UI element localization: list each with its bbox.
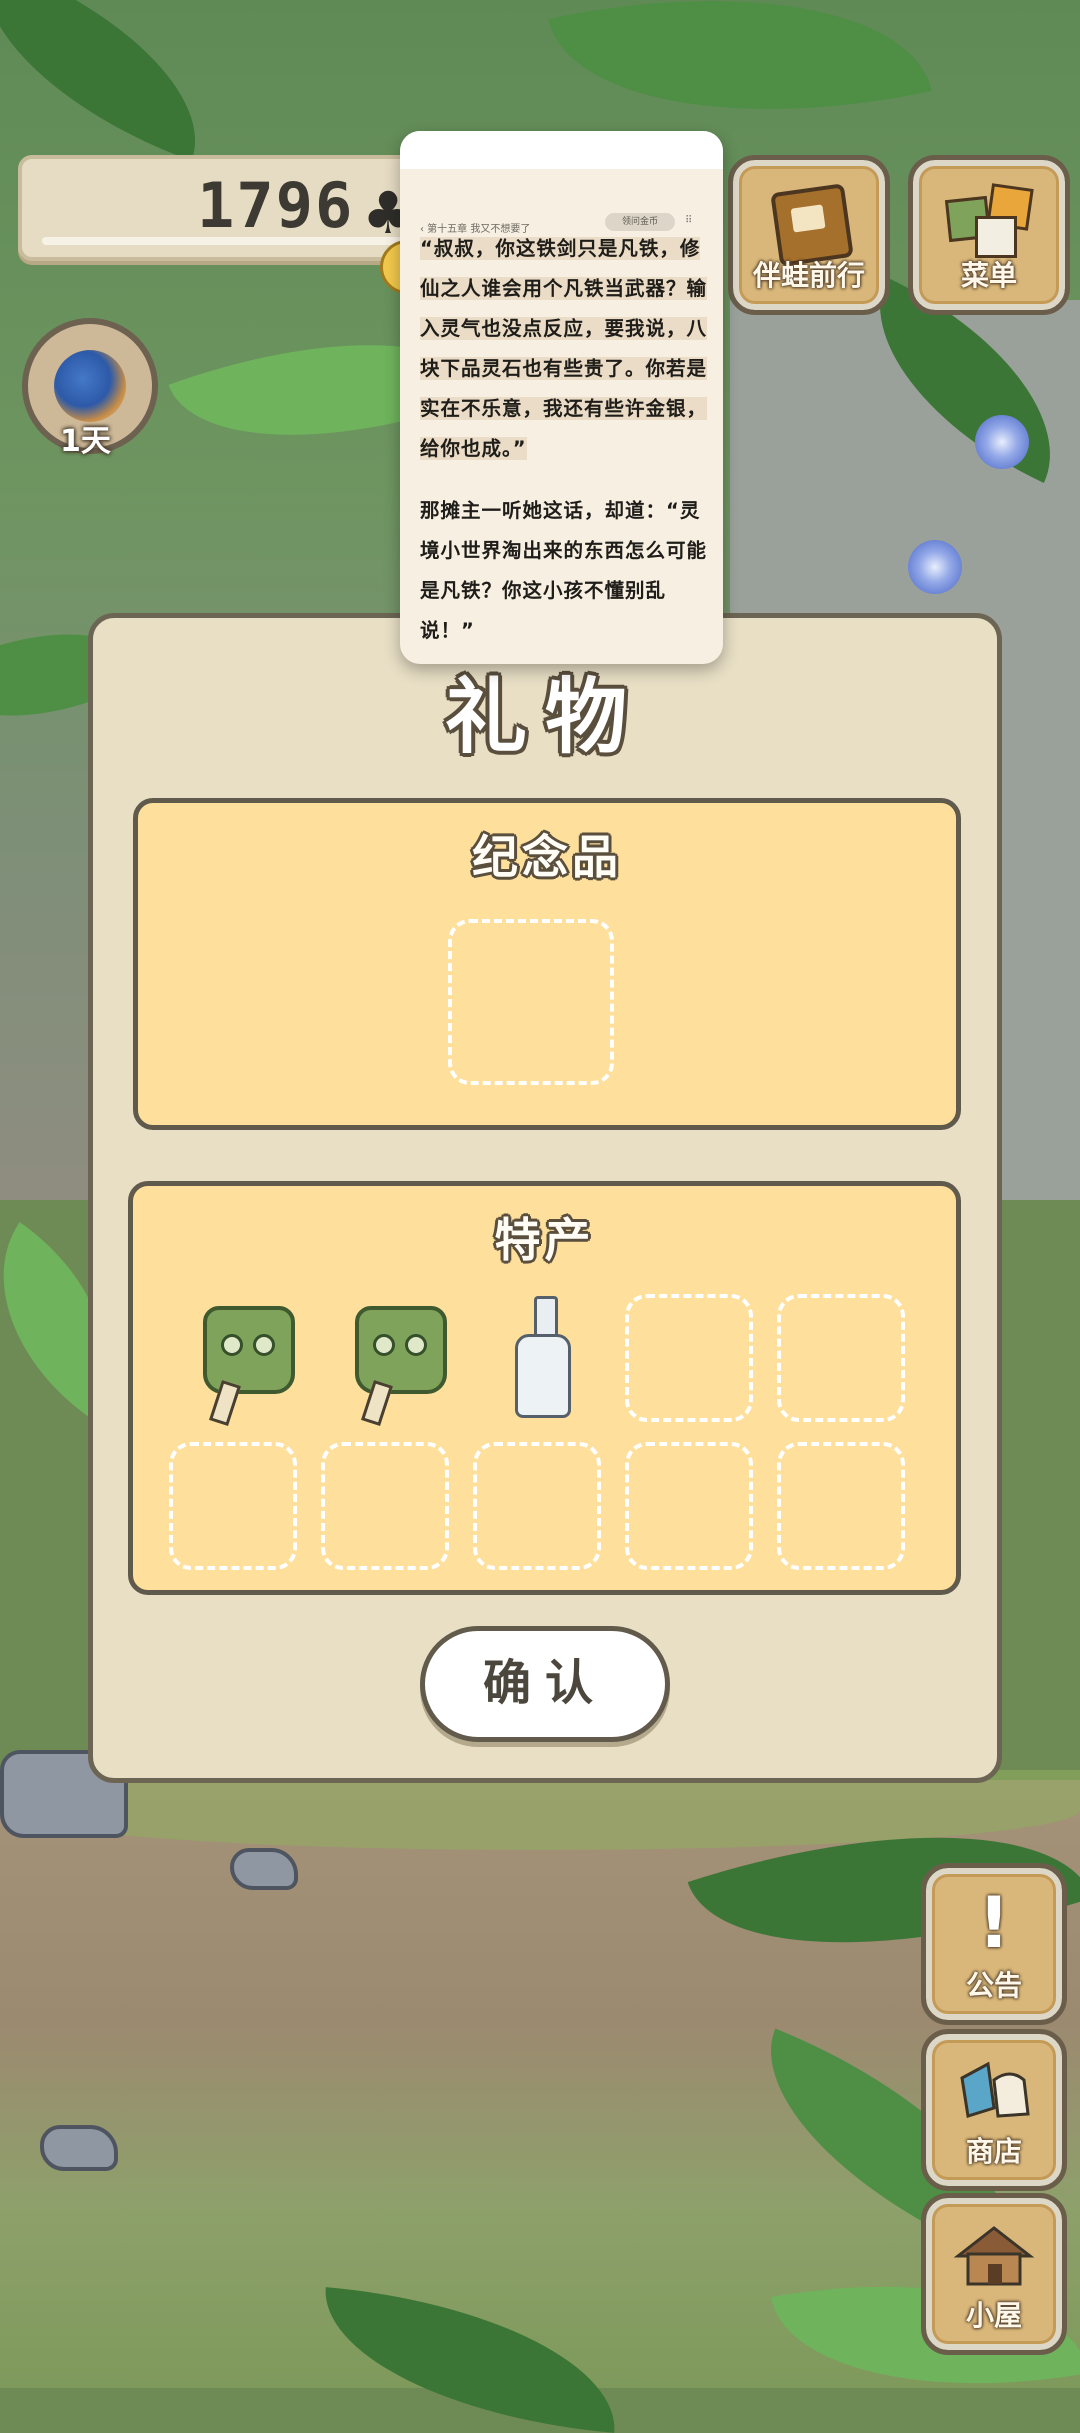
totem-item[interactable] (195, 1298, 295, 1427)
travel-with-frog-button[interactable]: 伴蛙前行 (728, 155, 890, 315)
morning-glory-flower (975, 415, 1029, 469)
gift-dialog: 礼物 纪念品 特产 确认 (88, 613, 1002, 1783)
totem-item[interactable] (347, 1298, 447, 1427)
specialty-slot-empty[interactable] (625, 1442, 753, 1570)
grip-icon[interactable]: ⠿ (685, 215, 692, 226)
exclamation-icon: ! (978, 1882, 1010, 1964)
house-icon (932, 2222, 1056, 2292)
reader-paragraph-text: 那摊主一听她这话，却道：“灵境小世界淘出来的东西怎么可能是凡铁？你这小孩不懂别乱… (420, 499, 708, 642)
specialty-title: 特产 (494, 1213, 595, 1267)
specialty-slot-empty[interactable] (777, 1442, 905, 1570)
clover-bar (42, 237, 422, 245)
menu-icon (944, 183, 1035, 258)
house-button[interactable]: 小屋 (921, 2193, 1067, 2355)
specialty-slot-empty[interactable] (625, 1294, 753, 1422)
clover-counter: 1796 ♣ (18, 155, 446, 261)
morning-glory-flower (908, 540, 962, 594)
specialty-slot-empty[interactable] (777, 1294, 905, 1422)
frog-icon (54, 350, 126, 422)
day-counter: 1天 (60, 424, 111, 459)
notice-button-label: 公告 (965, 1969, 1022, 2002)
confirm-button[interactable]: 确认 (420, 1626, 670, 1742)
rock (40, 2125, 118, 2171)
reader-floating-window[interactable]: ‹ 第十五章 我又不想要了 领问金币 ⠿ “叔叔，你这铁剑只是凡铁，修仙之人谁会… (400, 131, 723, 664)
souvenir-title: 纪念品 (472, 830, 622, 884)
gift-title: 礼物 (444, 670, 645, 765)
rock (230, 1848, 298, 1890)
specialty-slot-empty[interactable] (321, 1442, 449, 1570)
clover-count: 1796 (197, 169, 355, 242)
menu-button-label: 菜单 (960, 259, 1017, 292)
specialty-section: 特产 (128, 1181, 961, 1595)
travel-button-label: 伴蛙前行 (752, 259, 865, 292)
reader-header-strip[interactable] (400, 131, 723, 169)
shop-button-label: 商店 (965, 2135, 1022, 2168)
souvenir-slot-empty[interactable] (448, 919, 614, 1085)
reader-paragraph-text: “叔叔，你这铁剑只是凡铁，修仙之人谁会用个凡铁当武器？输入灵气也没点反应，要我说… (420, 237, 708, 460)
menu-button[interactable]: 菜单 (908, 155, 1070, 315)
notice-button[interactable]: ! 公告 (921, 1863, 1067, 2025)
bottle-item[interactable] (515, 1296, 571, 1420)
specialty-slot-empty[interactable] (473, 1442, 601, 1570)
reader-paragraph: “叔叔，你这铁剑只是凡铁，修仙之人谁会用个凡铁当武器？输入灵气也没点反应，要我说… (420, 229, 708, 469)
specialty-slot-empty[interactable] (169, 1442, 297, 1570)
reader-paragraph: 那摊主一听她这话，却道：“灵境小世界淘出来的东西怎么可能是凡铁？你这小孩不懂别乱… (420, 491, 708, 651)
souvenir-section: 纪念品 (133, 798, 961, 1130)
house-button-label: 小屋 (965, 2299, 1022, 2332)
bag-icon (932, 2058, 1056, 2126)
shop-button[interactable]: 商店 (921, 2029, 1067, 2191)
